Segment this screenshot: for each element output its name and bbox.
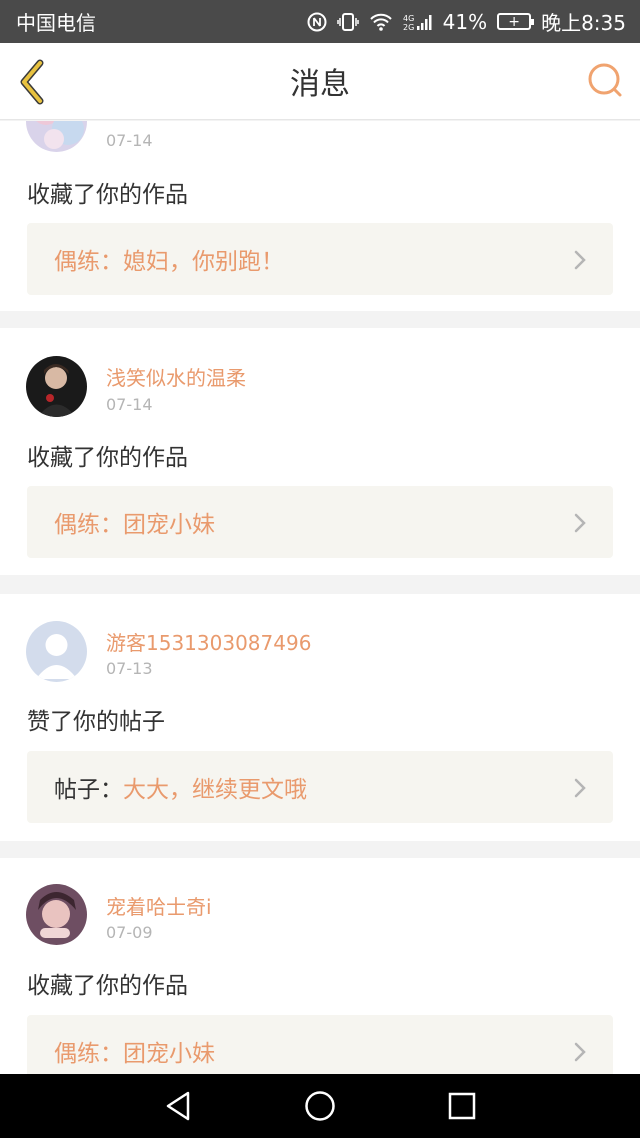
square-recents-icon — [448, 1092, 476, 1120]
page-title: 消息 — [290, 67, 350, 102]
notification-card[interactable]: 游客1531303087496 07-13 赞了你的帖子 帖子： 大大，继续更文… — [0, 594, 640, 841]
nav-recents-button[interactable] — [444, 1088, 480, 1124]
battery-icon: + — [497, 13, 535, 30]
clock: 晚上8:35 — [541, 11, 626, 35]
referenced-work-link[interactable]: 偶练： 团宠小妹 — [27, 1015, 613, 1074]
referenced-work-link[interactable]: 偶练： 媳妇，你别跑！ — [27, 223, 613, 295]
svg-text:2G: 2G — [403, 23, 414, 32]
svg-text:4G: 4G — [403, 14, 414, 23]
action-text: 赞了你的帖子 — [27, 709, 165, 735]
ref-title: 媳妇，你别跑！ — [123, 249, 284, 275]
nfc-icon — [307, 12, 327, 32]
nav-home-button[interactable] — [302, 1088, 338, 1124]
ref-title: 大大，继续更文哦 — [123, 777, 307, 803]
back-button[interactable] — [14, 59, 54, 105]
referenced-work-link[interactable]: 偶练： 团宠小妹 — [27, 486, 613, 558]
message-date: 07-14 — [106, 131, 153, 150]
search-icon — [588, 63, 622, 97]
ref-title: 团宠小妹 — [123, 512, 215, 538]
avatar[interactable] — [26, 121, 87, 152]
ref-label: 帖子： — [54, 777, 123, 803]
triangle-back-icon — [166, 1091, 190, 1121]
avatar[interactable] — [26, 621, 87, 682]
action-text: 收藏了你的作品 — [27, 182, 188, 208]
ref-label: 偶练： — [54, 249, 123, 275]
action-text: 收藏了你的作品 — [27, 973, 188, 999]
notification-card[interactable]: 浅笑似水的温柔 07-14 收藏了你的作品 偶练： 团宠小妹 — [0, 328, 640, 575]
user-name[interactable]: 浅笑似水的温柔 — [106, 362, 246, 391]
ref-label: 偶练： — [54, 1041, 123, 1067]
chevron-right-icon — [574, 250, 586, 270]
user-name[interactable]: 宠着哈士奇i — [106, 891, 212, 920]
chevron-right-icon — [574, 513, 586, 533]
battery-percent: 41% — [442, 9, 488, 34]
chevron-left-icon — [20, 59, 44, 105]
signal-4g-icon: 4G 2G — [403, 12, 433, 32]
user-name[interactable]: 游客1531303087496 — [106, 627, 311, 656]
notification-card[interactable]: 宠着哈士奇i 07-09 收藏了你的作品 偶练： 团宠小妹 — [0, 858, 640, 1074]
ref-label: 偶练： — [54, 512, 123, 538]
ref-title: 团宠小妹 — [123, 1041, 215, 1067]
wifi-icon — [369, 12, 393, 32]
circle-home-icon — [305, 1091, 335, 1121]
nav-back-button[interactable] — [160, 1088, 196, 1124]
avatar[interactable] — [26, 356, 87, 417]
chevron-right-icon — [574, 778, 586, 798]
message-list[interactable]: 07-14 收藏了你的作品 偶练： 媳妇，你别跑！ 浅笑似水的温柔 07-14 … — [0, 121, 640, 1074]
message-date: 07-14 — [106, 395, 153, 414]
referenced-post-link[interactable]: 帖子： 大大，继续更文哦 — [27, 751, 613, 823]
system-nav-bar — [0, 1074, 640, 1138]
search-button[interactable] — [586, 61, 626, 101]
chevron-right-icon — [574, 1042, 586, 1062]
vibrate-icon — [336, 12, 359, 32]
carrier-name: 中国电信 — [16, 11, 96, 35]
status-icons: 4G 2G 41% + 晚上8:35 — [307, 7, 626, 36]
app-header: 消息 — [0, 43, 640, 120]
action-text: 收藏了你的作品 — [27, 445, 188, 471]
message-date: 07-09 — [106, 923, 153, 942]
message-date: 07-13 — [106, 659, 153, 678]
avatar[interactable] — [26, 884, 87, 945]
notification-card[interactable]: 07-14 收藏了你的作品 偶练： 媳妇，你别跑！ — [0, 121, 640, 311]
status-bar: 中国电信 4G 2G 41% + 晚上8:35 — [0, 0, 640, 43]
